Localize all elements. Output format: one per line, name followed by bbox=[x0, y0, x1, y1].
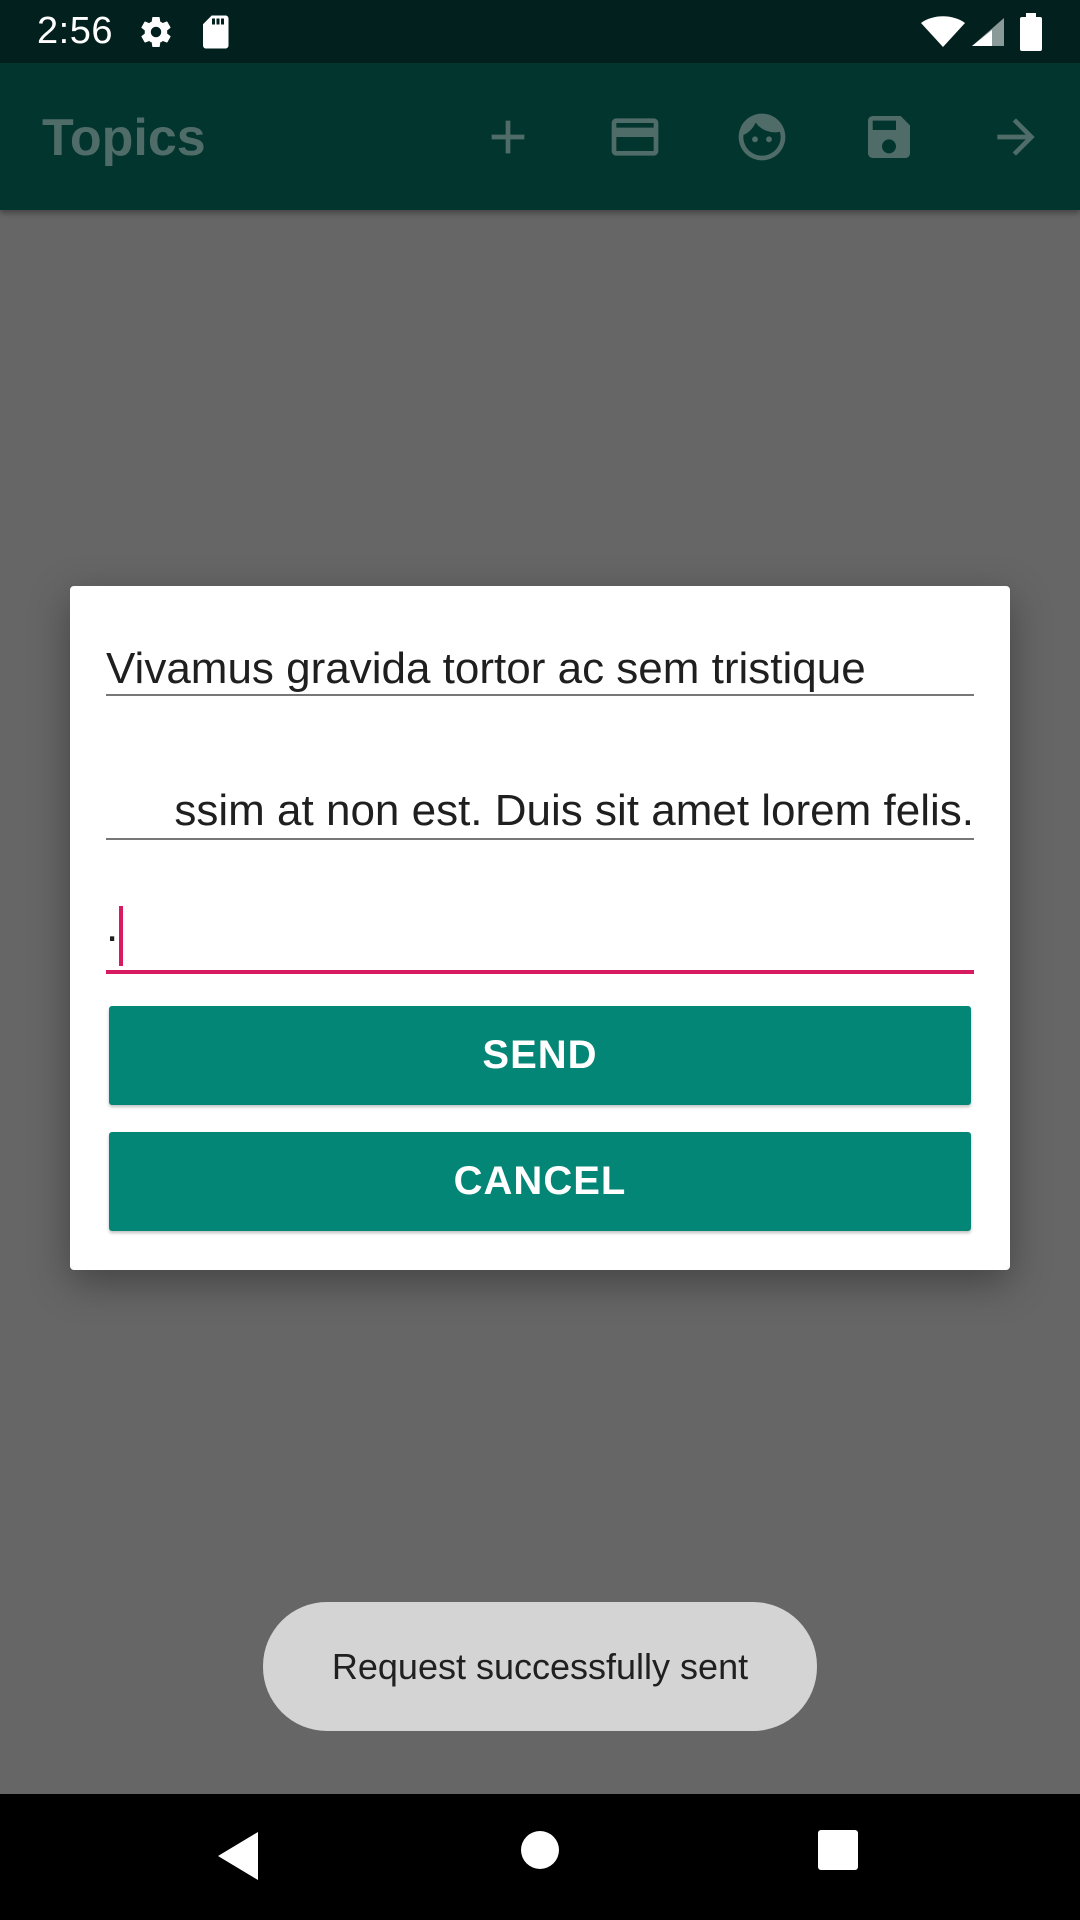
message-input-value: ssim at non est. Duis sit amet lorem fel… bbox=[174, 786, 974, 835]
app-title: Topics bbox=[42, 109, 206, 167]
arrow-forward-icon[interactable] bbox=[988, 109, 1044, 165]
status-bar: 2:56 bbox=[0, 0, 1080, 63]
app-bar: Topics bbox=[0, 63, 1080, 210]
title-input-underline bbox=[106, 694, 974, 696]
message-input[interactable]: ssim at non est. Duis sit amet lorem fel… bbox=[106, 786, 974, 840]
navigation-bar bbox=[0, 1794, 1080, 1920]
toast-message: Request successfully sent bbox=[331, 1645, 749, 1687]
signal-icon bbox=[972, 18, 1004, 46]
message-input-underline bbox=[106, 838, 974, 840]
focused-input-underline bbox=[106, 970, 974, 974]
toast: Request successfully sent bbox=[263, 1602, 817, 1731]
text-cursor bbox=[119, 906, 123, 966]
back-icon[interactable] bbox=[216, 1830, 260, 1882]
save-icon[interactable] bbox=[861, 109, 917, 165]
title-input[interactable]: Vivamus gravida tortor ac sem tristique bbox=[106, 644, 974, 696]
status-time: 2:56 bbox=[37, 10, 113, 52]
credit-card-icon[interactable] bbox=[607, 109, 663, 165]
send-request-dialog: Vivamus gravida tortor ac sem tristique … bbox=[70, 586, 1010, 1270]
send-button[interactable]: SEND bbox=[109, 1006, 971, 1105]
face-icon[interactable] bbox=[734, 109, 790, 165]
focused-input[interactable]: . bbox=[106, 896, 974, 974]
wifi-icon bbox=[921, 16, 965, 47]
recent-apps-icon[interactable] bbox=[818, 1830, 858, 1870]
cancel-button[interactable]: CANCEL bbox=[109, 1132, 971, 1231]
gear-icon bbox=[141, 17, 171, 48]
focused-input-value: . bbox=[106, 902, 119, 951]
home-icon[interactable] bbox=[520, 1830, 560, 1870]
sd-card-icon bbox=[203, 15, 229, 49]
title-input-value: Vivamus gravida tortor ac sem tristique bbox=[106, 644, 866, 693]
add-icon[interactable] bbox=[480, 109, 536, 165]
battery-icon bbox=[1020, 13, 1042, 51]
